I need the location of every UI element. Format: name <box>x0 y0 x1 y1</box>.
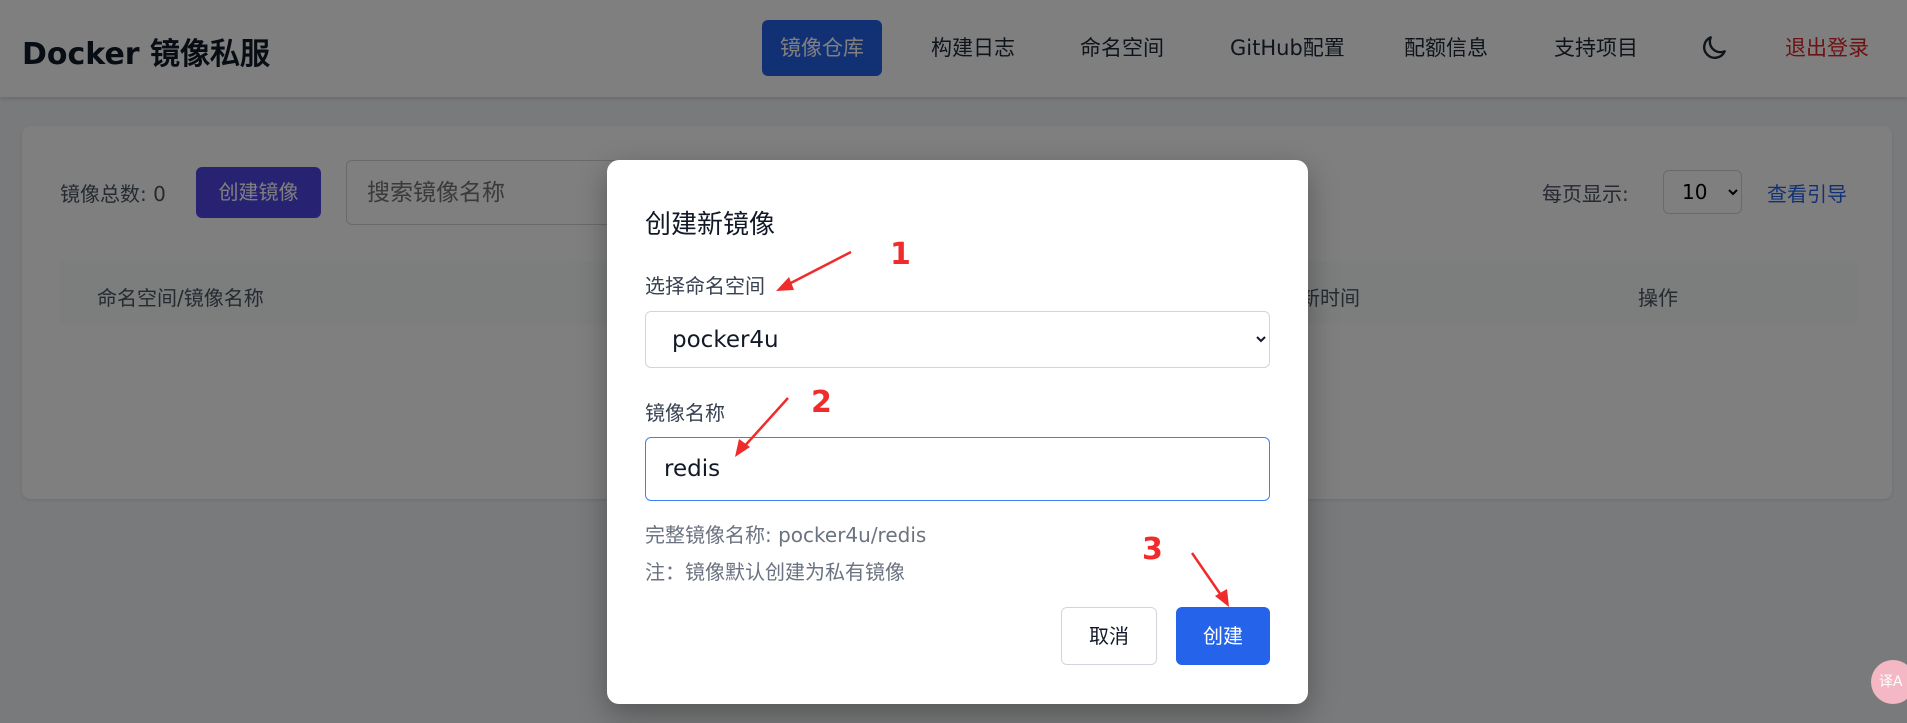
private-image-note: 注：镜像默认创建为私有镜像 <box>645 560 905 584</box>
translate-glyph: 译A <box>1879 674 1903 690</box>
namespace-select[interactable]: pocker4u <box>645 311 1270 368</box>
full-image-name-hint: 完整镜像名称: pocker4u/redis <box>645 523 927 547</box>
annotation-step-3: 3 <box>1142 532 1163 567</box>
image-name-input[interactable] <box>645 437 1270 501</box>
translate-float-icon[interactable]: 译A <box>1871 660 1907 704</box>
namespace-label: 选择命名空间 <box>645 274 765 298</box>
annotation-step-1: 1 <box>890 237 911 272</box>
annotation-step-2: 2 <box>811 385 832 420</box>
cancel-button[interactable]: 取消 <box>1061 607 1157 665</box>
image-name-label: 镜像名称 <box>645 401 725 425</box>
modal-title: 创建新镜像 <box>645 210 776 240</box>
create-button[interactable]: 创建 <box>1176 607 1270 665</box>
